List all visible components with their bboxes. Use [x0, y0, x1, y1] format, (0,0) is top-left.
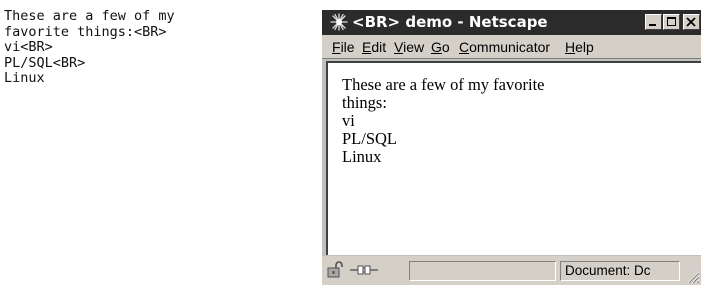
content-line: These are a few of my favorite	[342, 75, 545, 94]
rendered-page-text: These are a few of my favorite things: v…	[342, 76, 642, 166]
page-content-area[interactable]: These are a few of my favorite things: v…	[326, 61, 701, 255]
status-message: Document: Dc	[560, 261, 680, 281]
menu-bar: File Edit View Go Communicator Help	[322, 35, 701, 59]
content-line: things:	[342, 93, 387, 112]
source-line: PL/SQL<BR>	[4, 54, 86, 71]
close-button[interactable]	[683, 14, 700, 30]
maximize-button[interactable]	[663, 14, 680, 30]
content-line: Linux	[342, 147, 382, 166]
menu-go[interactable]: Go	[431, 39, 450, 55]
content-line: vi	[342, 111, 355, 130]
menu-communicator[interactable]: Communicator	[459, 39, 550, 55]
minimize-icon	[649, 24, 656, 26]
content-line: PL/SQL	[342, 129, 398, 148]
browser-window: <BR> demo - Netscape File Edit View Go C…	[322, 10, 701, 285]
html-source-listing: These are a few of my favorite things:<BR…	[4, 8, 175, 87]
maximize-icon	[667, 17, 676, 26]
menu-file[interactable]: File	[332, 39, 355, 55]
status-bar: Document: Dc	[322, 256, 701, 285]
lock-icon[interactable]	[326, 261, 348, 279]
title-bar[interactable]: <BR> demo - Netscape	[322, 10, 701, 35]
menu-help[interactable]: Help	[565, 39, 594, 55]
window-title: <BR> demo - Netscape	[352, 13, 548, 31]
minimize-button[interactable]	[645, 14, 662, 30]
resize-grip-icon[interactable]	[684, 268, 700, 284]
source-line: Linux	[4, 70, 45, 86]
connection-plug-icon[interactable]	[349, 261, 379, 279]
menu-edit[interactable]: Edit	[362, 39, 386, 55]
menu-view[interactable]: View	[394, 39, 424, 55]
netscape-icon[interactable]	[330, 13, 348, 31]
source-line: favorite things:<BR>	[4, 23, 167, 40]
progress-field	[409, 261, 556, 281]
close-icon	[686, 17, 696, 27]
source-line: vi<BR>	[4, 39, 53, 55]
source-line: These are a few of my	[4, 8, 175, 24]
screenshot-canvas: These are a few of my favorite things:<BR…	[0, 0, 701, 285]
